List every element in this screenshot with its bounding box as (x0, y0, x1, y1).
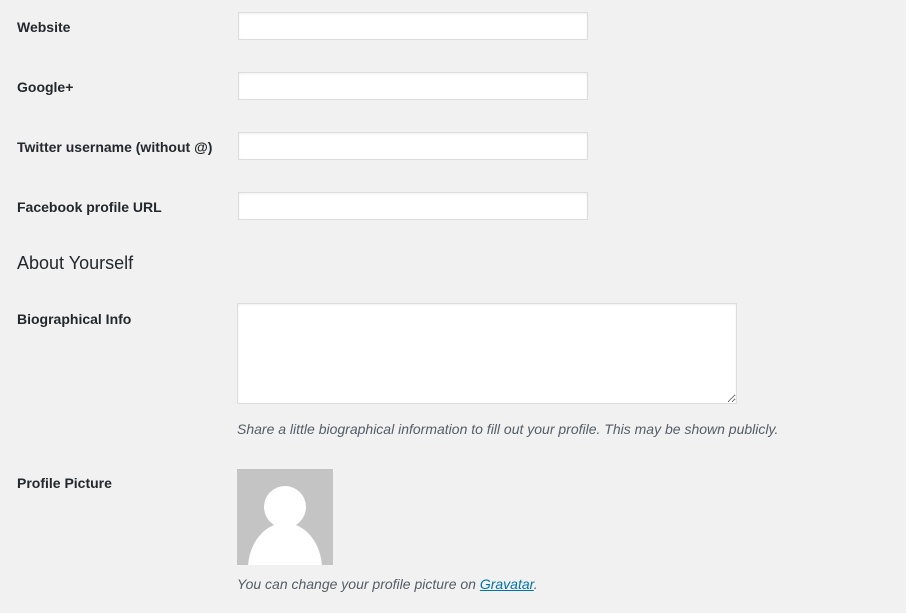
profile-picture-description-suffix: . (533, 576, 538, 592)
profile-picture-avatar (237, 469, 333, 565)
profile-picture-label: Profile Picture (17, 475, 112, 491)
googleplus-label: Google+ (17, 79, 74, 95)
profile-picture-description: You can change your profile picture on G… (237, 575, 538, 593)
profile-picture-description-prefix: You can change your profile picture on (237, 576, 480, 592)
website-label: Website (17, 19, 71, 35)
gravatar-link[interactable]: Gravatar (480, 576, 534, 592)
website-input[interactable] (238, 12, 588, 40)
facebook-profile-url-label: Facebook profile URL (17, 199, 162, 215)
about-yourself-heading: About Yourself (17, 253, 134, 273)
facebook-profile-url-input[interactable] (238, 192, 588, 220)
biographical-info-textarea[interactable] (237, 303, 737, 404)
twitter-username-input[interactable] (238, 132, 588, 160)
biographical-info-label: Biographical Info (17, 311, 132, 327)
default-avatar-silhouette-icon (237, 469, 333, 565)
biographical-info-description: Share a little biographical information … (237, 421, 779, 437)
twitter-username-label: Twitter username (without @) (17, 139, 213, 155)
profile-settings-page: Website Google+ Twitter username (withou… (0, 0, 906, 613)
googleplus-input[interactable] (238, 72, 588, 100)
